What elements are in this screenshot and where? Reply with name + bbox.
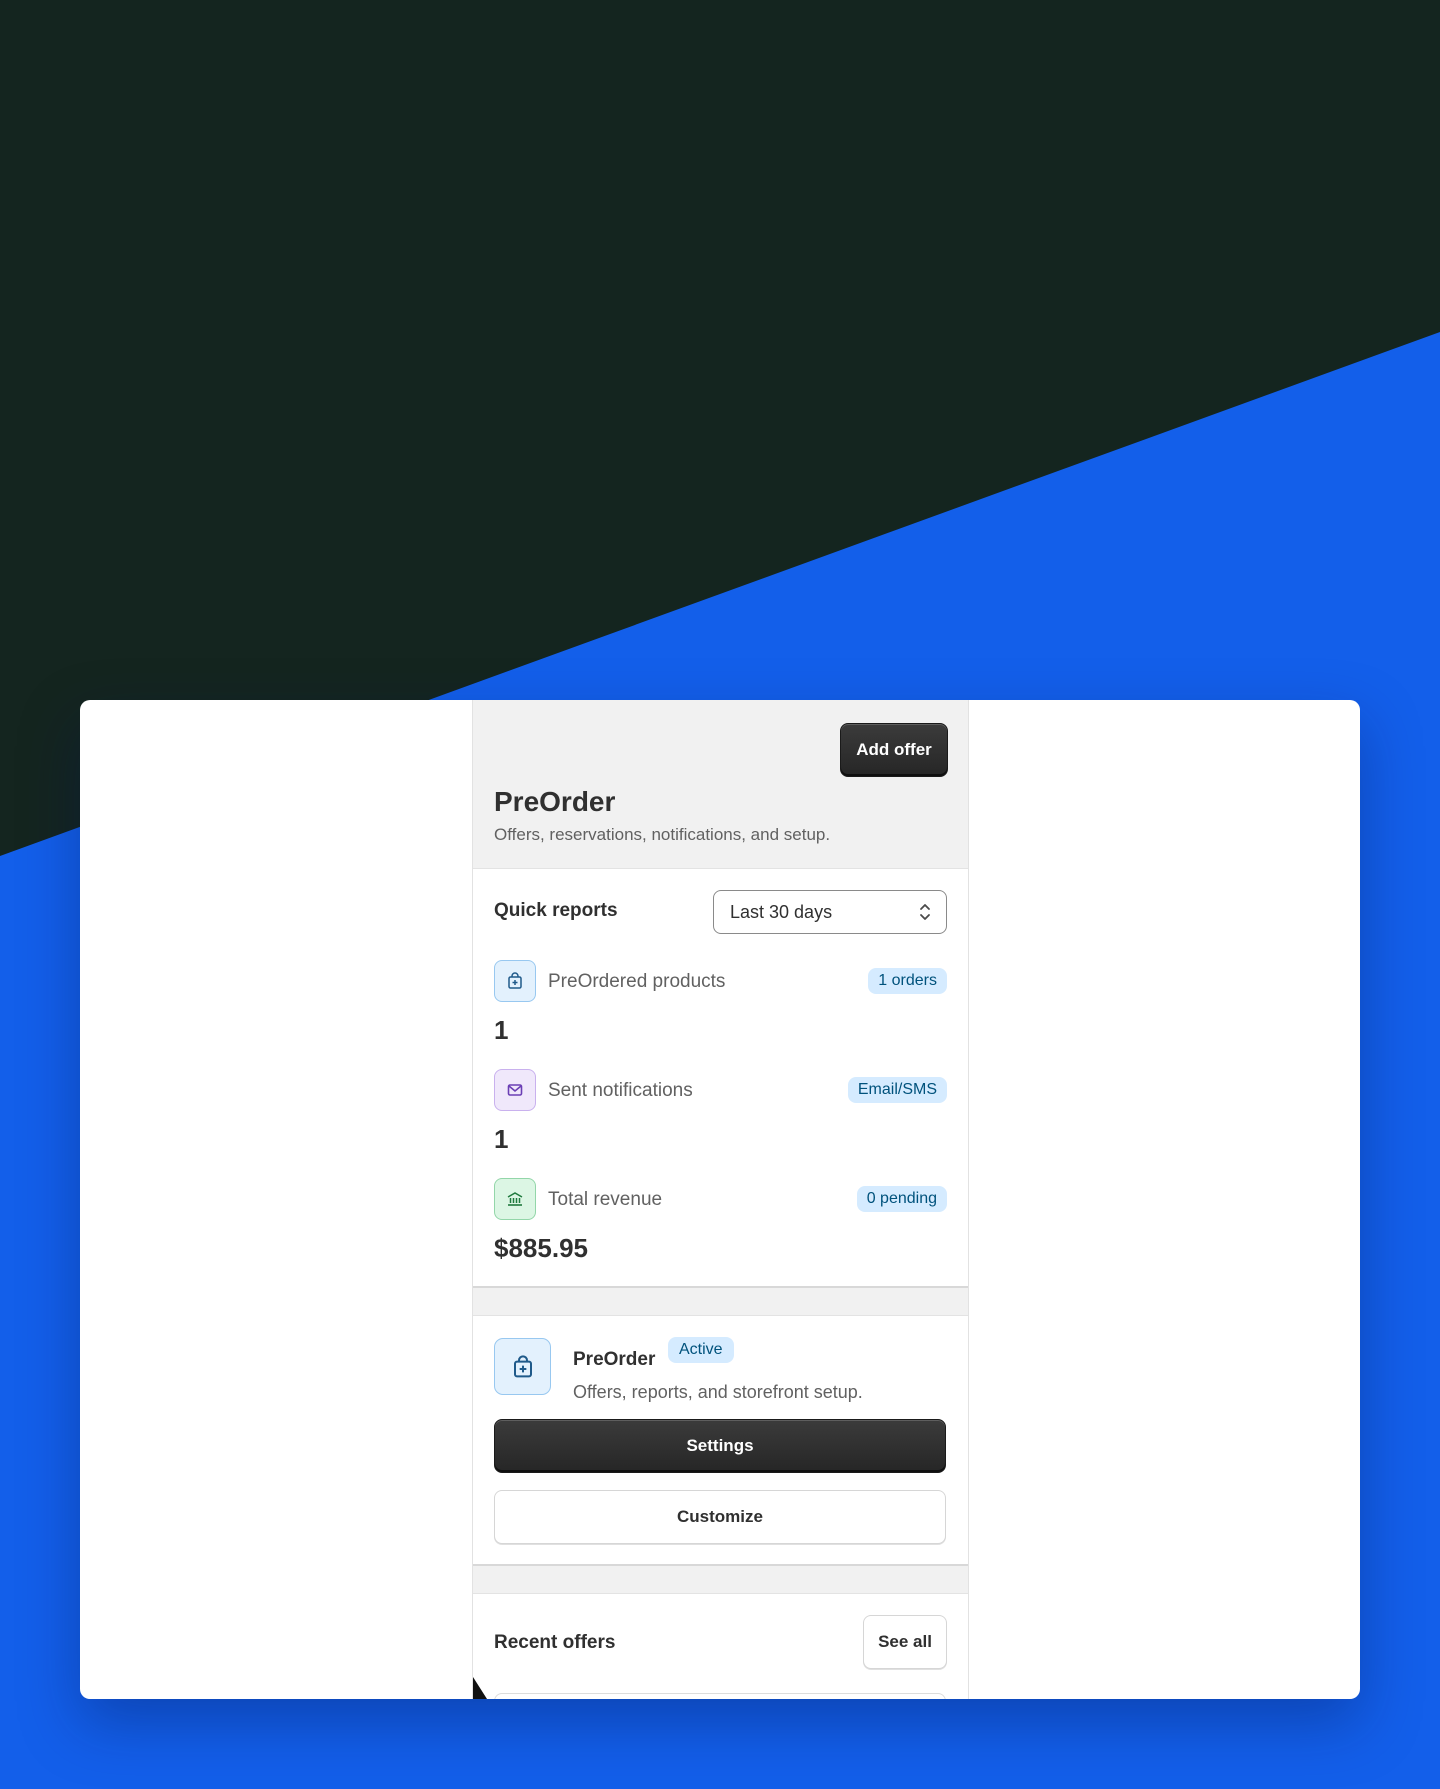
quick-reports-card: Quick reports Last 30 days PreOrdered pr…: [473, 868, 968, 1288]
bank-icon: [494, 1178, 536, 1220]
app-name: PreOrder: [573, 1349, 656, 1370]
metric-badge-pending: 0 pending: [856, 1186, 947, 1212]
page-header: Add offer PreOrder Offers, reservations,…: [473, 700, 968, 868]
metric-value-preordered-products: 1: [494, 1015, 509, 1045]
status-badge: Active: [668, 1337, 734, 1363]
metric-badge-orders: 1 orders: [868, 968, 947, 994]
recent-offers-title: Recent offers: [494, 1632, 616, 1653]
bag-icon: [494, 1338, 551, 1395]
customize-button[interactable]: Customize: [494, 1490, 946, 1544]
app-window: Add offer PreOrder Offers, reservations,…: [80, 700, 1360, 1699]
metric-label-sent-notifications: Sent notifications: [548, 1080, 693, 1101]
select-chevron-icon: [920, 904, 930, 920]
app-description: Offers, reports, and storefront setup.: [573, 1382, 863, 1402]
metric-label-total-revenue: Total revenue: [548, 1189, 663, 1210]
see-all-button[interactable]: See all: [863, 1615, 947, 1669]
list-item[interactable]: [494, 1693, 946, 1699]
app-panel: Add offer PreOrder Offers, reservations,…: [472, 700, 969, 1699]
app-info-card: PreOrder Active Offers, reports, and sto…: [473, 1315, 968, 1566]
page-title: PreOrder: [494, 786, 616, 817]
recent-offers-card: Recent offers See all: [473, 1593, 968, 1699]
metric-value-total-revenue: $885.95: [494, 1233, 588, 1263]
bag-icon: [494, 960, 536, 1002]
marketing-canvas: Add offer PreOrder Offers, reservations,…: [0, 0, 1440, 1789]
date-range-select[interactable]: Last 30 days: [713, 890, 947, 934]
metric-label-preordered-products: PreOrdered products: [548, 971, 726, 992]
settings-button[interactable]: Settings: [494, 1419, 946, 1473]
metric-value-sent-notifications: 1: [494, 1124, 509, 1154]
mail-icon: [494, 1069, 536, 1111]
add-offer-button[interactable]: Add offer: [840, 723, 948, 777]
quick-reports-title: Quick reports: [494, 900, 618, 921]
metric-badge-email-sms: Email/SMS: [847, 1077, 947, 1103]
date-range-value: Last 30 days: [730, 901, 833, 922]
page-subtitle: Offers, reservations, notifications, and…: [494, 825, 831, 844]
cursor-icon: [473, 1677, 487, 1699]
